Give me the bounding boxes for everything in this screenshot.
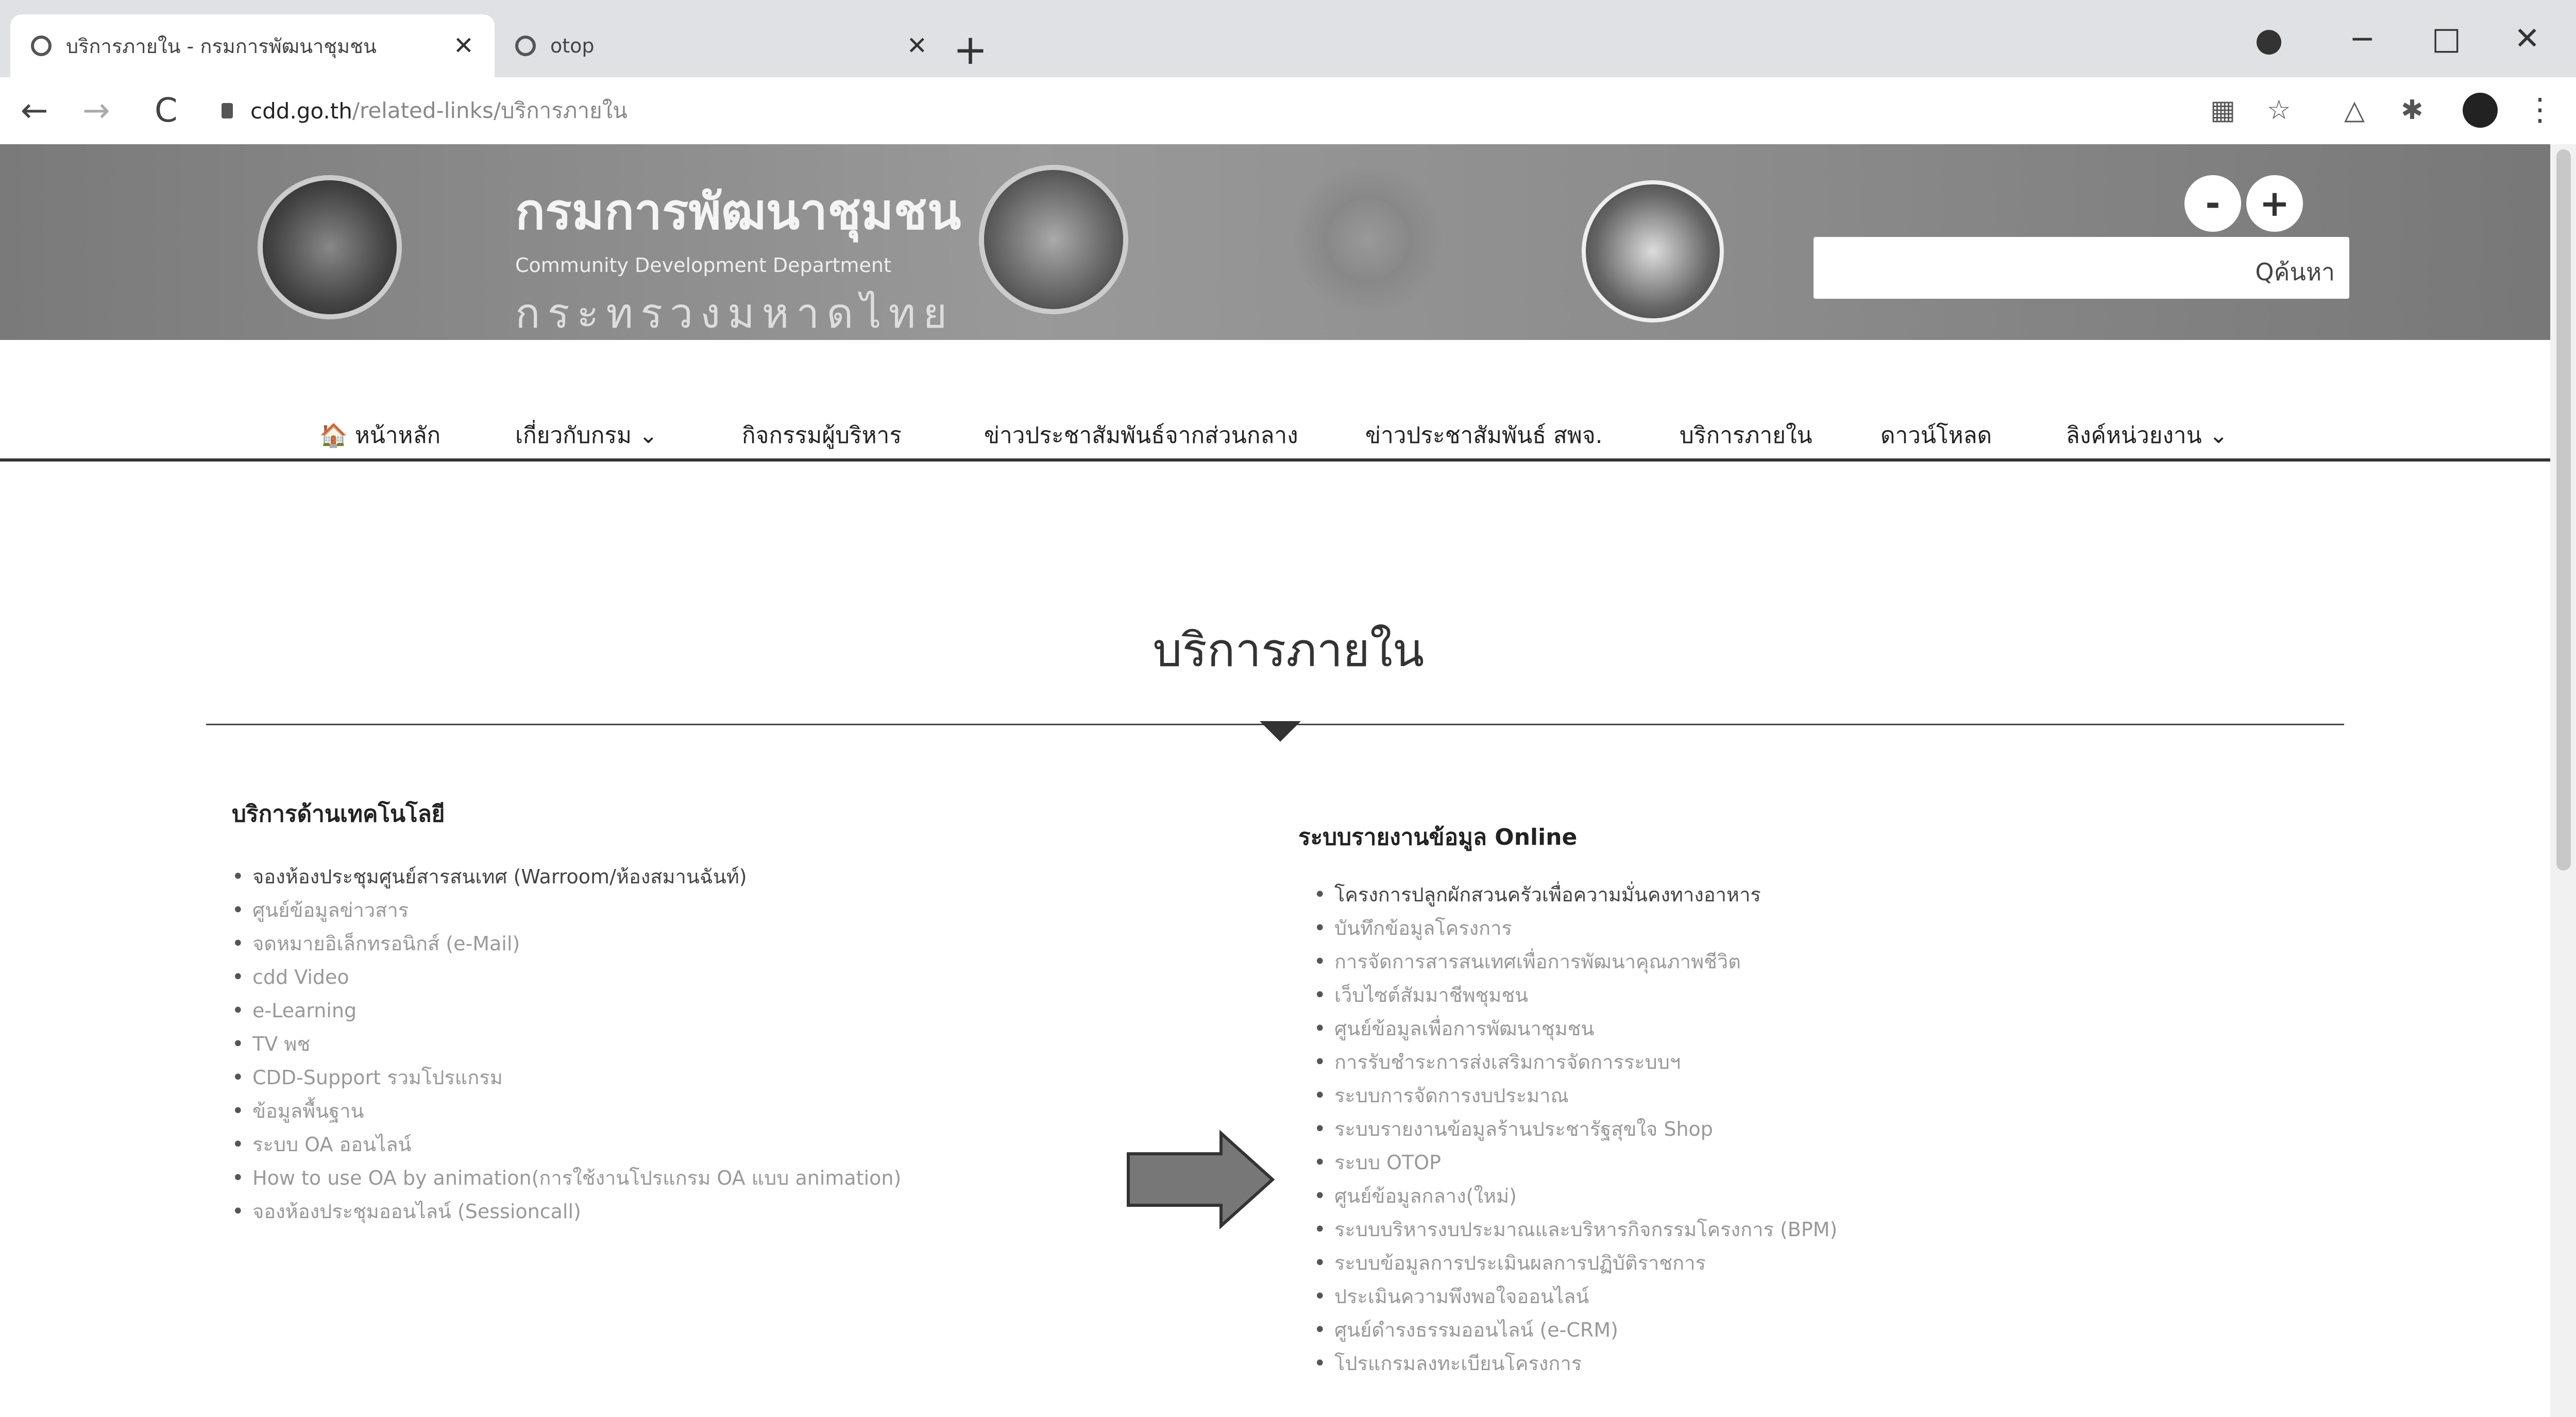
list-item[interactable]: ระบบข้อมูลการประเมินผลการปฏิบัติราชการ [1309, 1247, 1837, 1280]
url-host: cdd.go.th [250, 98, 352, 124]
list-item[interactable]: เว็บไซต์สัมมาชีพชุมชน [1309, 979, 1837, 1012]
new-tab-button[interactable]: + [953, 26, 988, 74]
nav-central-news[interactable]: ข่าวประชาสัมพันธ์จากส่วนกลาง [984, 417, 1298, 453]
page-title: บริการภายใน [1153, 623, 1425, 677]
list-item[interactable]: TV พช [227, 1028, 901, 1061]
reload-button[interactable]: C [155, 92, 178, 130]
list-item[interactable]: ระบบบริหารงบประมาณและบริหารกิจกรรมโครงกา… [1309, 1213, 1837, 1247]
profile-avatar[interactable] [2463, 93, 2498, 128]
list-item[interactable]: e-Learning [227, 994, 901, 1028]
browser-menu-icon[interactable]: ⋮ [2524, 92, 2555, 128]
list-item[interactable]: ระบบการจัดการงบประมาณ [1309, 1079, 1837, 1113]
list-item[interactable]: ศูนย์ข้อมูลข่าวสาร [227, 894, 901, 927]
tab-close-icon[interactable]: ✕ [907, 31, 927, 60]
title-divider-notch [1260, 721, 1301, 742]
ministry-name: กระทรวงมหาดไทย [515, 289, 955, 337]
sdg-wheel-logo [1293, 165, 1443, 314]
back-button[interactable]: ← [21, 92, 48, 130]
star-icon[interactable]: ☆ [2267, 95, 2291, 126]
minimize-button[interactable]: − [2349, 21, 2375, 57]
tab-title: บริการภายใน - กรมการพัฒนาชุมชน [66, 35, 377, 58]
nav-executive-activities[interactable]: กิจกรรมผู้บริหาร [742, 417, 902, 453]
list-item[interactable]: cdd Video [227, 961, 901, 994]
browser-toolbar: ← → C cdd.go.th/related-links/บริการภายใ… [0, 77, 2576, 145]
online-reporting-list: โครงการปลูกผักสวนครัวเพื่อความมั่นคงทางอ… [1309, 878, 1837, 1380]
translate-icon[interactable]: ▦ [2210, 95, 2235, 126]
brand-block: กรมการพัฒนาชุมชน Community Development D… [515, 173, 961, 346]
list-item[interactable]: ศูนย์ข้อมูลกลาง(ใหม่) [1309, 1180, 1837, 1213]
forward-button[interactable]: → [82, 92, 110, 130]
nav-agency-links[interactable]: ลิงค์หน่วยงาน ⌄ [2066, 417, 2228, 453]
browser-tabstrip: บริการภายใน - กรมการพัฒนาชุมชน ✕ otop ✕ … [0, 0, 2576, 77]
nav-home[interactable]: 🏠 หน้าหลัก [319, 417, 440, 453]
site-header: กรมการพัฒนาชุมชน Community Development D… [0, 144, 2576, 340]
list-item[interactable]: โครงการปลูกผักสวนครัวเพื่อความมั่นคงทางอ… [1309, 878, 1837, 912]
search-button[interactable]: Qค้นหา [2255, 253, 2335, 291]
tab-title: otop [550, 35, 595, 57]
list-item[interactable]: โปรแกรมลงทะเบียนโครงการ [1309, 1347, 1837, 1380]
globe-icon [31, 36, 52, 56]
font-increase-button[interactable]: + [2246, 175, 2303, 232]
list-item[interactable]: ระบบ OTOP [1309, 1146, 1837, 1180]
address-bar[interactable]: cdd.go.th/related-links/บริการภายใน [222, 89, 2179, 133]
arrow-right-icon [1127, 1130, 1275, 1230]
lock-icon [222, 103, 233, 118]
org-name-th: กรมการพัฒนาชุมชน [515, 183, 961, 241]
drive-icon[interactable]: △ [2344, 95, 2365, 126]
nav-about[interactable]: เกี่ยวกับกรม ⌄ [515, 417, 658, 453]
list-item[interactable]: ประเมินความพึงพอใจออนไลน์ [1309, 1280, 1837, 1313]
list-item[interactable]: บันทึกข้อมูลโครงการ [1309, 912, 1837, 945]
list-item[interactable]: การรับชำระการส่งเสริมการจัดการระบบฯ [1309, 1046, 1837, 1079]
list-item[interactable]: ระบบรายงานข้อมูลร้านประชารัฐสุขใจ Shop [1309, 1113, 1837, 1146]
list-item[interactable]: ศูนย์ดำรงธรรมออนไลน์ (e-CRM) [1309, 1313, 1837, 1347]
font-decrease-button[interactable]: - [2184, 175, 2241, 232]
royal-emblem-logo [979, 165, 1128, 314]
list-item[interactable]: ข้อมูลพื้นฐาน [227, 1095, 901, 1128]
tech-services-heading: บริการด้านเทคโนโลยี [232, 801, 445, 827]
tech-services-list: จองห้องประชุมศูนย์สารสนเทศ (Warroom/ห้อง… [227, 860, 901, 1228]
org-name-en: Community Development Department [515, 254, 891, 277]
nav-internal-services[interactable]: บริการภายใน [1680, 417, 1812, 453]
list-item[interactable]: การจัดการสารสนเทศเพื่อการพัฒนาคุณภาพชีวิ… [1309, 945, 1837, 979]
nav-provincial-news[interactable]: ข่าวประชาสัมพันธ์ สพจ. [1365, 417, 1603, 453]
list-item[interactable]: จดหมายอิเล็กทรอนิกส์ (e-Mail) [227, 927, 901, 961]
cdd-logo[interactable] [258, 175, 402, 319]
tab-search-icon[interactable] [2257, 30, 2281, 55]
search-input[interactable]: Qค้นหา [1814, 237, 2349, 299]
maximize-button[interactable]: □ [2432, 21, 2461, 57]
nav-download[interactable]: ดาวน์โหลด [1880, 417, 1992, 453]
list-item[interactable]: จองห้องประชุมศูนย์สารสนเทศ (Warroom/ห้อง… [227, 860, 901, 894]
tab-close-icon[interactable]: ✕ [453, 31, 474, 60]
url-path: /related-links/บริการภายใน [352, 98, 628, 123]
tab-active[interactable]: บริการภายใน - กรมการพัฒนาชุมชน ✕ [10, 14, 495, 77]
list-item[interactable]: CDD-Support รวมโปรแกรม [227, 1061, 901, 1095]
globe-icon [515, 36, 536, 56]
list-item[interactable]: จองห้องประชุมออนไลน์ (Sessioncall) [227, 1195, 901, 1228]
list-item[interactable]: How to use OA by animation(การใช้งานโปรแ… [227, 1162, 901, 1195]
close-window-button[interactable]: ✕ [2514, 21, 2540, 57]
list-item[interactable]: ศูนย์ข้อมูลเพื่อการพัฒนาชุมชน [1309, 1012, 1837, 1046]
tab-otop[interactable]: otop ✕ [495, 14, 948, 77]
list-item[interactable]: ระบบ OA ออนไลน์ [227, 1128, 901, 1162]
main-nav: 🏠 หน้าหลัก เกี่ยวกับกรม ⌄ กิจกรรมผู้บริห… [0, 340, 2576, 462]
scrollbar-thumb[interactable] [2556, 149, 2571, 870]
online-reporting-heading: ระบบรายงานข้อมูล Online [1298, 824, 1578, 850]
world-soil-day-logo [1582, 180, 1724, 322]
extensions-icon[interactable]: ✱ [2401, 95, 2424, 126]
